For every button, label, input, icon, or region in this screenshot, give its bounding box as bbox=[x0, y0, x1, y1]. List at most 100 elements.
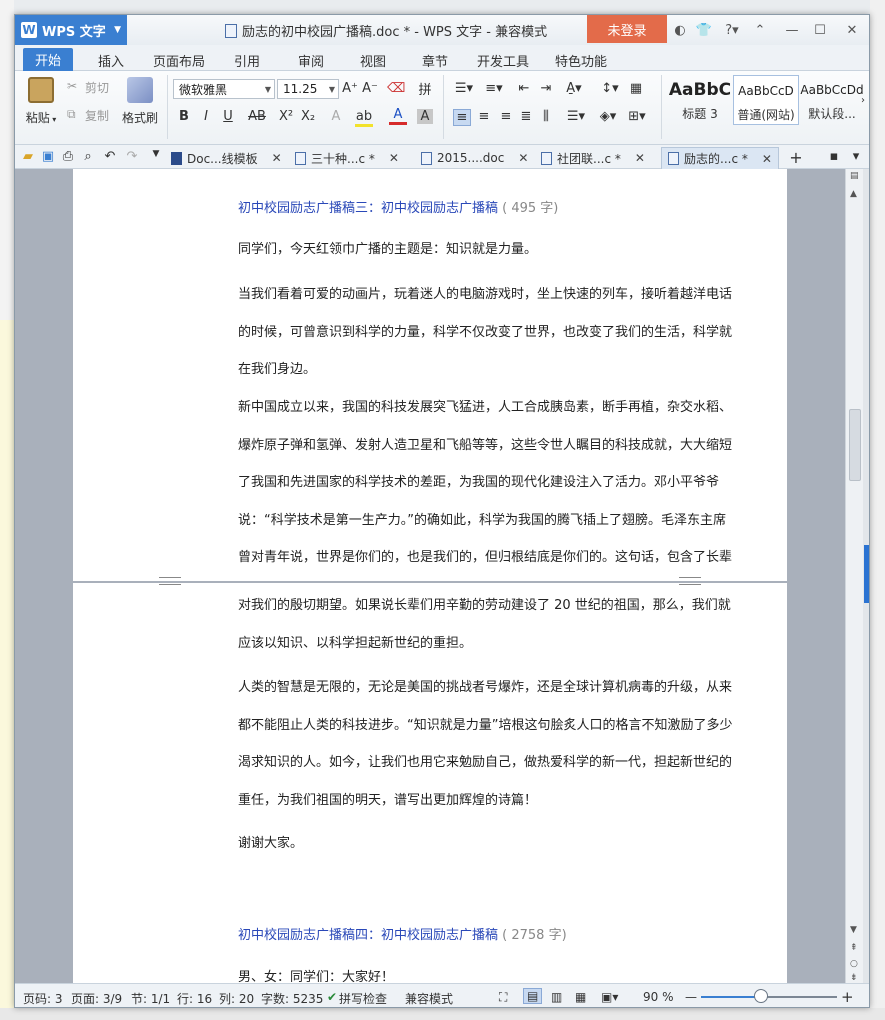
format-painter-button[interactable]: 格式刷 bbox=[117, 77, 163, 126]
tab-list-icon[interactable]: ▪ bbox=[825, 149, 843, 164]
print-preview-icon[interactable]: ⌕ bbox=[79, 149, 97, 164]
shrink-font-icon[interactable]: A⁻ bbox=[361, 81, 379, 96]
reading-mode-icon[interactable]: ▣▾ bbox=[601, 990, 618, 1004]
borders-icon[interactable]: ⊞▾ bbox=[625, 109, 649, 124]
document-page[interactable]: 初中校园励志广播稿三：初中校园励志广播稿 ( 495 字) 同学们，今天红领巾广… bbox=[73, 169, 787, 985]
previous-page-icon[interactable]: ⇞ bbox=[850, 943, 858, 953]
quick-access-more-icon[interactable]: ▼ bbox=[147, 149, 165, 159]
app-menu-button[interactable]: W WPS 文字 ▼ bbox=[15, 15, 127, 45]
font-name-select[interactable]: 微软雅黑 ▼ bbox=[173, 79, 275, 99]
browse-object-icon[interactable]: ○ bbox=[850, 959, 858, 969]
login-button[interactable]: 未登录 bbox=[587, 15, 667, 43]
font-size-select[interactable]: 11.25 ▼ bbox=[277, 79, 339, 99]
close-tab-icon[interactable]: ✕ bbox=[272, 151, 282, 165]
shirt-icon[interactable]: 👕 bbox=[695, 21, 713, 39]
collapse-ribbon-icon[interactable]: ⌃ bbox=[751, 21, 769, 39]
highlight-icon[interactable]: ab bbox=[355, 109, 373, 127]
spell-check-toggle[interactable]: 拼写检查 bbox=[339, 990, 387, 1007]
minimize-icon[interactable]: — bbox=[783, 21, 801, 39]
ruler-toggle-icon[interactable]: ▤ bbox=[850, 171, 859, 181]
superscript-icon[interactable]: X² bbox=[277, 109, 295, 124]
doc-tab-club[interactable]: 社团联...c * ✕ bbox=[541, 147, 645, 169]
next-page-icon[interactable]: ⇟ bbox=[850, 973, 858, 983]
phonetic-icon[interactable]: 拼 bbox=[413, 79, 437, 98]
task-pane-toggle[interactable] bbox=[864, 545, 869, 603]
char-shading-icon[interactable]: A bbox=[417, 109, 433, 124]
zoom-level[interactable]: 90 % bbox=[643, 990, 674, 1004]
style-normal-web[interactable]: AaBbCcD 普通(网站) bbox=[733, 75, 799, 125]
shading-icon[interactable]: ◈▾ bbox=[595, 109, 621, 124]
style-default-paragraph[interactable]: AaBbCcDd 默认段... bbox=[799, 75, 865, 125]
doc-tab-thirty[interactable]: 三十种...c * ✕ bbox=[295, 147, 399, 169]
outline-view-icon[interactable]: ▥ bbox=[551, 990, 562, 1004]
copy-icon: ⧉ bbox=[67, 107, 76, 121]
ribbon-separator bbox=[167, 75, 168, 139]
zoom-out-icon[interactable]: — bbox=[685, 990, 697, 1004]
heading-three: 初中校园励志广播稿三：初中校园励志广播稿 ( 495 字) bbox=[238, 197, 558, 216]
save-icon[interactable]: ▣ bbox=[39, 149, 57, 164]
fullscreen-icon[interactable]: ⛶ bbox=[499, 990, 507, 1005]
decrease-indent-icon[interactable]: ⇤ bbox=[515, 81, 533, 96]
font-color-icon[interactable]: A bbox=[389, 107, 407, 125]
italic-icon[interactable]: I bbox=[197, 109, 215, 124]
close-tab-icon[interactable]: ✕ bbox=[518, 151, 528, 165]
zoom-slider-handle[interactable] bbox=[753, 989, 768, 1003]
table-grid-icon[interactable]: ▦ bbox=[627, 81, 645, 96]
numbered-list-icon[interactable]: ≡▾ bbox=[481, 81, 507, 96]
bold-icon[interactable]: B bbox=[175, 109, 193, 124]
doc-tab-template[interactable]: Doc...线模板 ✕ bbox=[171, 147, 282, 169]
distributed-icon[interactable]: ⫼ bbox=[537, 109, 555, 124]
strikethrough-icon[interactable]: AB bbox=[245, 109, 269, 124]
tab-review[interactable]: 审阅 bbox=[289, 49, 333, 71]
scrollbar-thumb[interactable] bbox=[849, 409, 861, 481]
close-icon[interactable]: ✕ bbox=[843, 21, 861, 39]
undo-icon[interactable]: ↶ bbox=[101, 149, 119, 164]
align-center-icon[interactable]: ≡ bbox=[475, 109, 493, 124]
grow-font-icon[interactable]: A⁺ bbox=[341, 81, 359, 96]
text-size-tool-icon[interactable]: A̱▾ bbox=[561, 81, 587, 96]
style-heading3[interactable]: AaBbC 标题 3 bbox=[667, 75, 733, 125]
tab-home[interactable]: 开始 bbox=[23, 48, 73, 71]
help-icon[interactable]: ?▾ bbox=[719, 21, 745, 39]
web-view-icon[interactable]: ▦ bbox=[575, 990, 586, 1004]
tab-view[interactable]: 视图 bbox=[351, 49, 395, 71]
skin-icon[interactable]: ◐ bbox=[671, 21, 689, 39]
align-left-icon[interactable]: ≡ bbox=[453, 109, 471, 126]
page-view-icon[interactable]: ▤ bbox=[523, 988, 543, 1004]
tab-options-icon[interactable]: ▾ bbox=[847, 149, 865, 164]
tab-page-layout[interactable]: 页面布局 bbox=[149, 49, 209, 71]
doc-tab-active[interactable]: 励志的...c * ✕ bbox=[661, 147, 779, 169]
justify-icon[interactable]: ≣ bbox=[517, 109, 535, 124]
scroll-down-icon[interactable]: ▼ bbox=[850, 925, 857, 935]
close-tab-icon[interactable]: ✕ bbox=[389, 151, 399, 165]
clear-format-icon[interactable]: ⌫ bbox=[387, 81, 405, 96]
tab-references[interactable]: 引用 bbox=[225, 49, 269, 71]
bullet-list-icon[interactable]: ☰▾ bbox=[451, 81, 477, 96]
close-tab-icon[interactable]: ✕ bbox=[635, 151, 645, 165]
redo-icon[interactable]: ↷ bbox=[123, 149, 141, 164]
text-effect-icon[interactable]: A bbox=[327, 109, 345, 124]
close-tab-icon[interactable]: ✕ bbox=[762, 152, 772, 166]
tab-chapter[interactable]: 章节 bbox=[413, 49, 457, 71]
zoom-in-icon[interactable]: + bbox=[841, 988, 854, 1006]
status-section: 节: 1/1 bbox=[131, 992, 171, 1006]
paragraph: 人类的智慧是无限的，无论是美国的挑战者号爆炸，还是全球计算机病毒的升级，从来都不… bbox=[238, 680, 733, 808]
subscript-icon[interactable]: X₂ bbox=[299, 109, 317, 124]
tab-insert[interactable]: 插入 bbox=[89, 49, 133, 71]
tab-features[interactable]: 特色功能 bbox=[549, 49, 613, 71]
increase-indent-icon[interactable]: ⇥ bbox=[537, 81, 555, 96]
vertical-scrollbar[interactable]: ▤ ▲ ▼ ⇞ ○ ⇟ bbox=[845, 169, 863, 983]
maximize-icon[interactable]: ☐ bbox=[811, 21, 829, 39]
print-icon[interactable]: ⎙ bbox=[59, 149, 77, 164]
new-tab-icon[interactable]: + bbox=[787, 148, 805, 167]
style-more-icon[interactable]: › bbox=[857, 95, 869, 106]
doc-tab-2015[interactable]: 2015....doc ✕ bbox=[421, 147, 528, 169]
paste-button[interactable]: 粘贴 ▾ bbox=[21, 77, 61, 126]
sort-icon[interactable]: ↕▾ bbox=[599, 81, 621, 96]
align-right-icon[interactable]: ≡ bbox=[497, 109, 515, 124]
scroll-up-icon[interactable]: ▲ bbox=[850, 189, 857, 199]
tab-developer[interactable]: 开发工具 bbox=[471, 49, 535, 71]
underline-icon[interactable]: U bbox=[219, 109, 237, 124]
open-folder-icon[interactable]: ▰ bbox=[19, 149, 37, 164]
line-spacing-icon[interactable]: ☰▾ bbox=[563, 109, 589, 124]
